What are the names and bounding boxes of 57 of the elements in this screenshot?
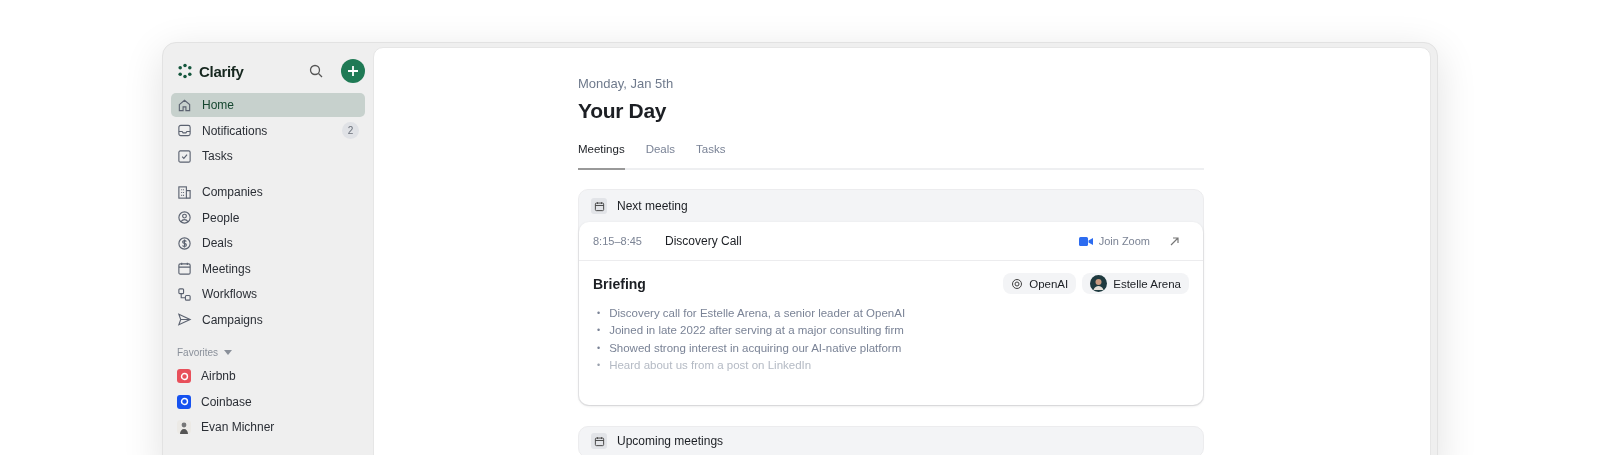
calendar-icon [591, 433, 607, 449]
calendar-icon [177, 261, 192, 276]
logo-icon [177, 63, 193, 79]
card-heading: Next meeting [617, 199, 688, 213]
sidebar-item[interactable]: Tasks [171, 144, 365, 168]
sidebar-item[interactable]: Notifications 2 [171, 118, 365, 143]
sidebar-item[interactable]: Home [171, 93, 365, 117]
sidebar-item[interactable]: Airbnb [171, 364, 365, 388]
page-title: Your Day [578, 99, 668, 123]
sidebar-item[interactable]: People [171, 205, 365, 230]
inbox-icon [177, 123, 192, 138]
add-button[interactable] [341, 59, 365, 83]
sidebar-item[interactable]: Evan Michner [171, 415, 365, 439]
person-icon [177, 210, 192, 225]
card-heading: Upcoming meetings [617, 434, 724, 448]
company-logo-icon [1011, 277, 1024, 290]
video-camera-icon [1078, 236, 1093, 246]
caret-icon[interactable] [224, 350, 233, 355]
tab[interactable]: Deals [645, 143, 676, 170]
sidebar-item[interactable]: Meetings [171, 256, 365, 281]
sidebar-item[interactable]: Campaigns [171, 307, 365, 332]
meeting-time: 8:15–8:45 [593, 235, 643, 247]
section-label: Favorites [177, 347, 219, 358]
brand-name: Clarify [199, 62, 244, 80]
bullet-marker: • [597, 325, 601, 336]
send-icon [177, 312, 192, 327]
building-icon [177, 184, 192, 200]
workflow-icon [177, 286, 192, 302]
briefing-bullet: Joined in late 2022 after serving at a major consulting firm [609, 323, 904, 338]
sidebar-item[interactable]: Coinbase [171, 389, 365, 414]
checkbox-icon [177, 148, 192, 164]
search-icon[interactable] [309, 64, 323, 78]
sidebar-item[interactable]: Deals [171, 231, 365, 255]
external-link-icon[interactable] [1170, 236, 1179, 246]
briefing-bullet: Showed strong interest in acquiring our AI-native platform [609, 340, 902, 355]
avatar-icon [1090, 275, 1108, 292]
briefing-bullet: Discovery call for Estelle Arena, a senior leader at OpenAI [609, 305, 906, 320]
calendar-icon [591, 198, 607, 214]
company-chip[interactable]: OpenAI [1003, 273, 1077, 294]
avatar-icon [177, 420, 191, 434]
section-heading: Briefing [593, 275, 646, 292]
bullet-marker: • [597, 360, 601, 371]
dollar-icon [177, 235, 192, 251]
tab[interactable]: Tasks [696, 143, 726, 170]
date-label: Monday, Jan 5th [578, 76, 675, 91]
briefing-bullet: Heard about us from a post on LinkedIn [609, 358, 812, 373]
sidebar-item[interactable]: Workflows [171, 282, 365, 306]
count-badge: 2 [342, 122, 359, 139]
home-icon [177, 97, 192, 113]
plus-icon [347, 65, 359, 77]
join-link[interactable]: Join Zoom [1078, 235, 1150, 247]
tab[interactable]: Meetings [578, 143, 625, 170]
meeting-title: Discovery Call [665, 234, 742, 248]
bullet-marker: • [597, 307, 601, 318]
person-chip[interactable]: Estelle Arena [1082, 273, 1189, 294]
sidebar-item[interactable]: Companies [171, 180, 365, 204]
bullet-marker: • [597, 342, 601, 353]
